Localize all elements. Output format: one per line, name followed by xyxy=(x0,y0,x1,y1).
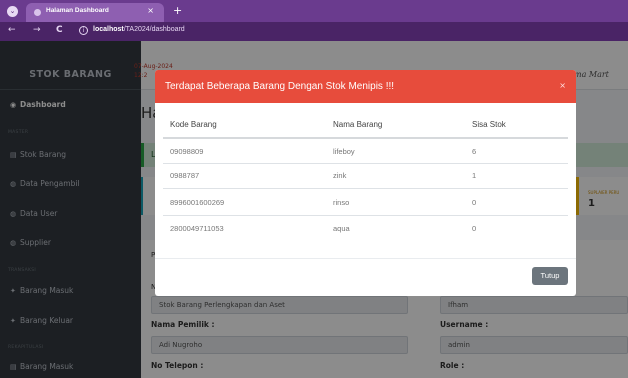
table-cell: rinso xyxy=(333,198,350,207)
close-button[interactable]: Tutup xyxy=(532,267,568,285)
row-divider xyxy=(163,188,568,189)
site-info-icon[interactable]: i xyxy=(79,26,88,35)
column-header-kode: Kode Barang xyxy=(170,120,217,129)
url-field[interactable]: localhost/TA2024/dashboard xyxy=(93,26,185,33)
back-arrow-icon[interactable]: ← xyxy=(8,25,16,35)
tab-menu-icon[interactable]: ⌄ xyxy=(7,6,18,17)
forward-arrow-icon[interactable]: → xyxy=(33,25,41,35)
table-cell: 8996001600269 xyxy=(170,198,225,207)
table-cell: zink xyxy=(333,171,347,180)
row-divider xyxy=(163,163,568,164)
table-cell: lifeboy xyxy=(333,147,355,156)
table-cell: 6 xyxy=(472,147,477,156)
browser-tab[interactable]: Halaman Dashboard × xyxy=(26,3,164,22)
modal-title: Terdapat Beberapa Barang Dengan Stok Men… xyxy=(165,81,395,92)
url-host: localhost xyxy=(93,26,124,33)
modal-footer-divider xyxy=(155,258,576,259)
address-bar: ← → C i localhost/TA2024/dashboard xyxy=(0,22,628,41)
tab-close-icon[interactable]: × xyxy=(147,6,154,15)
column-header-nama: Nama Barang xyxy=(333,120,383,129)
table-cell: 09098809 xyxy=(170,147,204,156)
low-stock-modal: Terdapat Beberapa Barang Dengan Stok Men… xyxy=(155,70,576,296)
table-cell: 0 xyxy=(472,224,477,233)
close-icon[interactable]: × xyxy=(559,81,566,90)
row-divider xyxy=(163,215,568,216)
table-cell: 2800049711053 xyxy=(170,224,224,233)
tab-title: Halaman Dashboard xyxy=(46,7,109,14)
url-path: /TA2024/dashboard xyxy=(123,26,185,33)
table-cell: 0 xyxy=(472,198,477,207)
new-tab-icon[interactable]: + xyxy=(173,4,182,17)
table-cell: aqua xyxy=(333,224,350,233)
table-cell: 0988787 xyxy=(170,171,200,180)
reload-icon[interactable]: C xyxy=(56,25,63,35)
table-header-divider xyxy=(163,137,568,139)
favicon-icon xyxy=(34,9,41,16)
modal-header: Terdapat Beberapa Barang Dengan Stok Men… xyxy=(155,70,576,103)
column-header-sisa: Sisa Stok xyxy=(472,120,506,129)
table-cell: 1 xyxy=(472,171,477,180)
browser-tab-bar: ⌄ Halaman Dashboard × + xyxy=(0,0,628,22)
